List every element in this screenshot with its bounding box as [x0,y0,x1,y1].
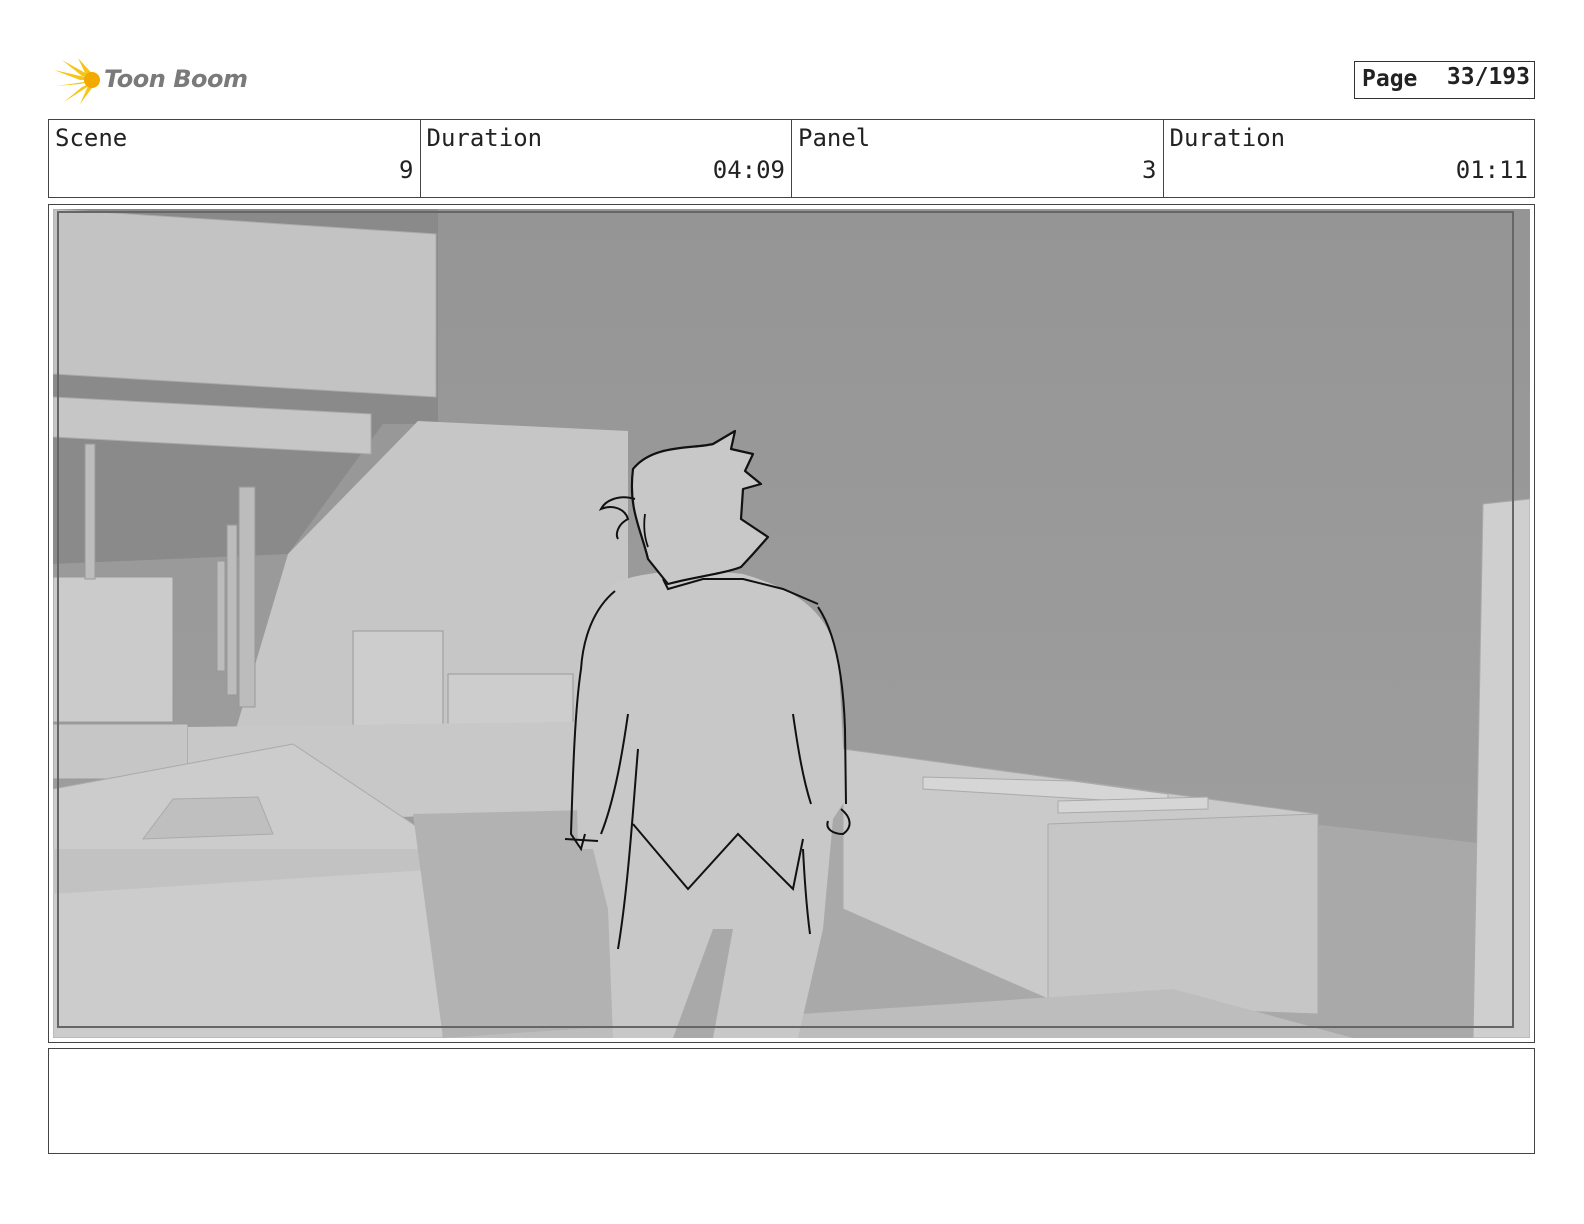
scene-duration-label: Duration [426,124,543,152]
right-counter-front [1047,813,1319,1015]
left-machine [53,576,174,723]
pole-4 [216,560,226,672]
page-number: 33/193 [1446,64,1530,90]
panel-drawing [53,209,1530,1038]
logo-text: Toon Boom [104,65,248,93]
box-1 [352,630,444,727]
panel-label: Panel [798,124,871,152]
scene-duration-cell: Duration 04:09 [421,120,792,197]
toon-boom-logo: Toon Boom [52,56,252,106]
panel-info-table: Scene 9 Duration 04:09 Panel 3 Duration … [48,119,1535,198]
starburst-icon [54,58,100,104]
pole-1 [84,443,96,580]
panel-cell: Panel 3 [792,120,1164,197]
page-indicator: Page 33/193 [1354,61,1535,99]
panel-duration-label: Duration [1169,124,1286,152]
panel-value: 3 [1142,156,1157,184]
upper-beam [53,209,437,398]
right-pillar [1472,498,1530,1038]
page-label: Page [1362,66,1418,92]
panel-duration-cell: Duration 01:11 [1164,120,1535,197]
box-2 [447,673,574,725]
storyboard-panel [48,204,1535,1043]
pole-2 [238,486,256,708]
scene-label: Scene [55,124,128,152]
scene-value: 9 [399,156,414,184]
panel-duration-value: 01:11 [1455,156,1528,184]
scene-cell: Scene 9 [49,120,421,197]
scene-duration-value: 04:09 [712,156,785,184]
pole-3 [226,524,238,696]
notes-box[interactable] [48,1048,1535,1154]
